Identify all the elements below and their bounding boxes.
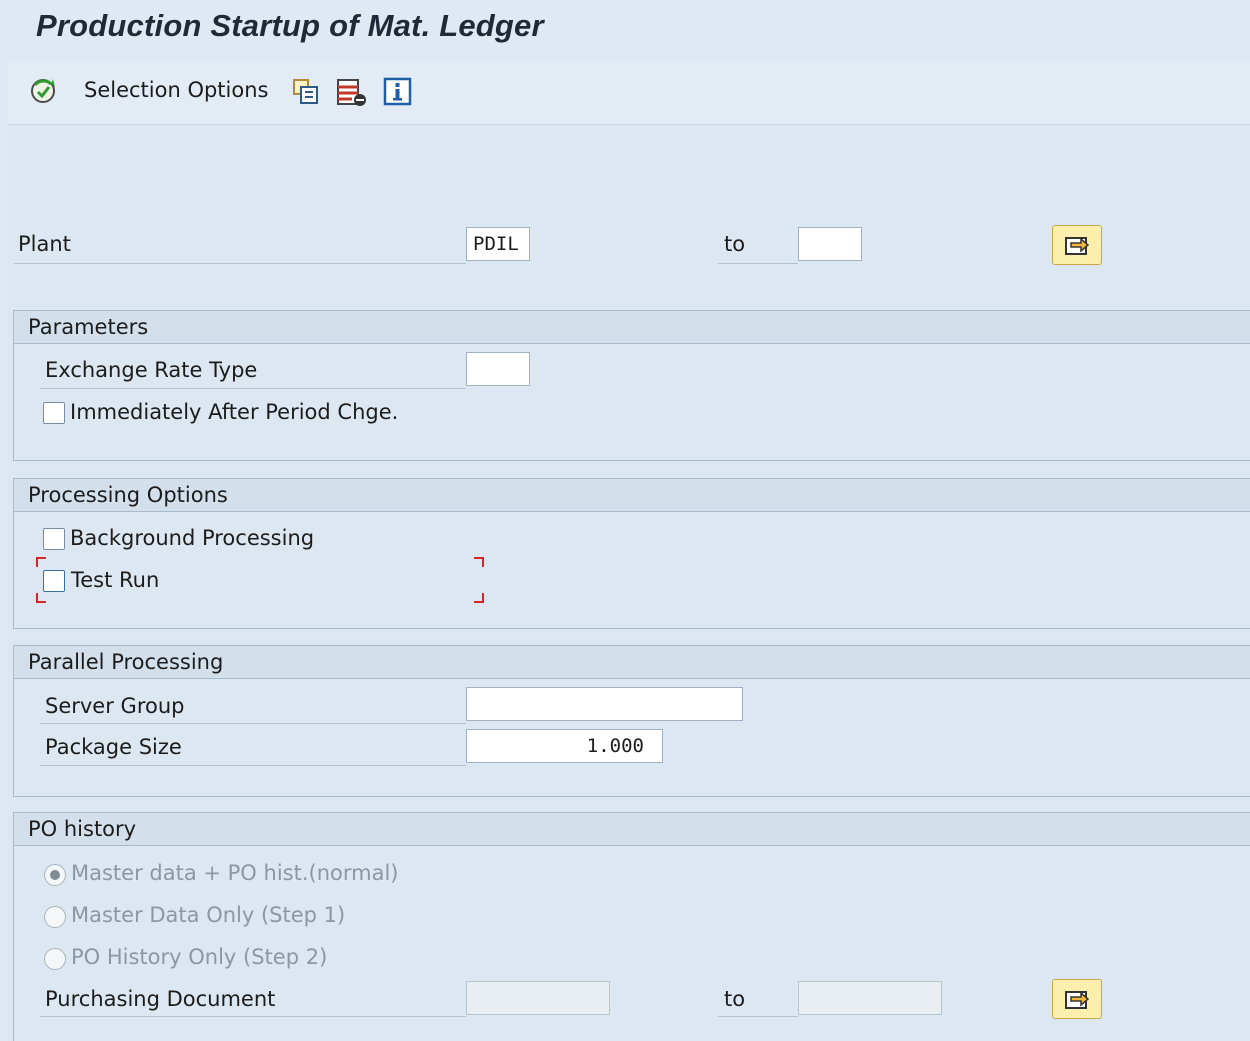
focus-corner-top-right [474,557,484,567]
exchange-rate-underline [40,388,466,389]
plant-to-label: to [724,232,746,256]
focus-corner-top-left [36,557,46,567]
copy-variant-icon[interactable] [292,78,322,106]
radio-master-data-po-history[interactable] [44,864,66,886]
processing-options-group: Processing Options [13,478,1250,629]
radio-po-history-only-label: PO History Only (Step 2) [71,945,328,969]
exchange-rate-type-label: Exchange Rate Type [45,358,258,382]
purchasing-document-to-underline [718,1016,798,1017]
package-size-underline [40,765,466,766]
plant-multiple-selection-button[interactable] [1052,225,1102,265]
server-group-underline [40,723,466,724]
plant-label: Plant [18,232,71,256]
package-size-input[interactable]: 1.000 [466,729,663,763]
purchasing-document-to-input[interactable] [798,981,942,1015]
purchasing-document-label: Purchasing Document [45,987,276,1011]
server-group-input[interactable] [466,687,743,721]
title-bar: Production Startup of Mat. Ledger [8,0,1250,62]
radio-master-data-only[interactable] [44,906,66,928]
parameters-group: Parameters [13,310,1250,461]
parallel-processing-group: Parallel Processing [13,645,1250,797]
purchasing-document-to-label: to [724,987,746,1011]
multiple-selection-icon [1065,991,1090,1009]
plant-to-input[interactable] [798,227,862,261]
purchasing-document-from-input[interactable] [466,981,610,1015]
multiple-selection-icon [1065,237,1090,255]
focus-corner-bottom-left [36,593,46,603]
plant-label-underline [14,263,466,264]
processing-options-header: Processing Options [14,479,1250,512]
page-title: Production Startup of Mat. Ledger [36,8,544,43]
background-processing-label: Background Processing [70,526,315,550]
plant-to-underline [718,263,798,264]
execute-icon[interactable] [28,76,60,108]
immediately-after-period-change-checkbox[interactable] [43,402,65,424]
immediately-after-period-change-label: Immediately After Period Chge. [70,400,399,424]
plant-from-input[interactable]: PDIL [466,227,530,261]
background-processing-checkbox[interactable] [43,528,65,550]
server-group-label: Server Group [45,694,185,718]
radio-selected-dot [50,870,60,880]
radio-master-data-po-history-label: Master data + PO hist.(normal) [71,861,399,885]
test-run-checkbox[interactable] [43,570,65,592]
purchasing-document-multiple-selection-button[interactable] [1052,979,1102,1019]
radio-master-data-only-label: Master Data Only (Step 1) [71,903,346,927]
delete-variant-icon[interactable] [336,78,368,108]
test-run-label: Test Run [71,568,160,592]
exchange-rate-type-input[interactable] [466,352,530,386]
parameters-header: Parameters [14,311,1250,344]
parallel-processing-header: Parallel Processing [14,646,1250,679]
radio-po-history-only[interactable] [44,948,66,970]
po-history-header: PO history [14,813,1250,846]
purchasing-document-underline [40,1016,466,1017]
selection-options-button[interactable]: Selection Options [84,78,268,102]
focus-corner-bottom-right [474,593,484,603]
info-icon[interactable] [383,77,413,107]
package-size-label: Package Size [45,735,182,759]
